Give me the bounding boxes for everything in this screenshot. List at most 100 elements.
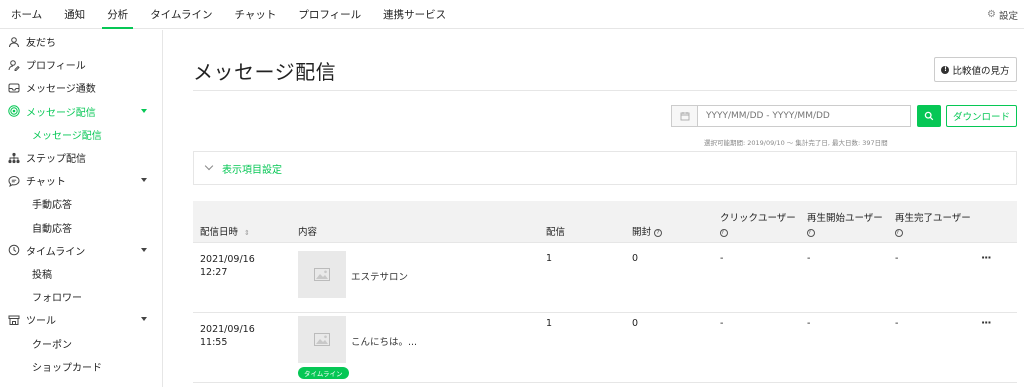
store-icon xyxy=(7,313,20,326)
column-label: 再生完了ユーザー xyxy=(895,213,971,224)
image-placeholder-icon xyxy=(298,251,346,298)
tab-notifications[interactable]: 通知 xyxy=(53,0,96,28)
sidebar-subitem-shop-card[interactable]: ショップカード xyxy=(0,355,162,378)
column-opened: 開封? xyxy=(632,224,663,238)
sidebar-item-label: ツール xyxy=(26,316,56,328)
chevron-down-icon xyxy=(141,317,147,322)
broadcast-icon xyxy=(7,105,20,118)
help-icon[interactable]: ? xyxy=(807,229,815,237)
help-icon[interactable]: ? xyxy=(654,228,663,237)
sort-icon[interactable]: ⇕ xyxy=(244,229,250,237)
sidebar-item-label: チャット xyxy=(26,177,66,189)
sidebar-item-label: クーポン xyxy=(32,339,72,351)
help-icon[interactable]: ? xyxy=(720,229,728,237)
delivery-time: 12:27 xyxy=(200,267,228,278)
info-icon: ! xyxy=(941,65,950,74)
message-content[interactable]: エステサロン xyxy=(351,269,408,283)
sidebar-item-label: メッセージ通数 xyxy=(26,84,96,96)
sidebar-item-label: メッセージ配信 xyxy=(32,130,102,142)
play-complete-users: - xyxy=(895,253,899,264)
sidebar-item-label: タイムライン xyxy=(26,246,86,258)
column-label: 再生開始ユーザー xyxy=(807,213,883,224)
sidebar-subitem-followers[interactable]: フォロワー xyxy=(0,285,162,308)
message-content[interactable]: こんにちは。... xyxy=(351,334,417,348)
display-settings-toggle[interactable]: 表示項目設定 xyxy=(193,151,1017,185)
calendar-icon[interactable] xyxy=(672,106,698,126)
tab-chat[interactable]: チャット xyxy=(223,0,287,28)
chevron-down-icon xyxy=(141,247,147,252)
settings-label: 設定 xyxy=(998,10,1018,22)
delivery-date: 2021/09/16 xyxy=(200,254,255,265)
sidebar-subitem-posts[interactable]: 投稿 xyxy=(0,262,162,285)
divider xyxy=(193,90,1017,91)
sidebar-subitem-manual-reply[interactable]: 手動応答 xyxy=(0,192,162,215)
sidebar-item-chat[interactable]: チャット xyxy=(0,169,162,192)
column-label: 開封 xyxy=(632,227,652,238)
sidebar-subitem-coupons[interactable]: クーポン xyxy=(0,331,162,354)
sidebar-item-label: 友だち xyxy=(26,38,56,50)
sidebar-item-step-delivery[interactable]: ステップ配信 xyxy=(0,146,162,169)
image-placeholder-icon xyxy=(298,316,346,363)
chat-icon xyxy=(7,174,20,187)
settings-link[interactable]: ⚙ 設定 xyxy=(987,0,1018,29)
sidebar-item-label: ステップ配信 xyxy=(26,154,86,166)
page-title: メッセージ配信 xyxy=(193,60,337,84)
more-options-icon[interactable]: ··· xyxy=(981,316,992,329)
sidebar-item-label: 自動応答 xyxy=(32,223,72,235)
column-sent: 配信 xyxy=(546,227,566,238)
click-users: - xyxy=(720,253,724,264)
column-play-start-users: 再生開始ユーザー? xyxy=(807,210,883,237)
column-date[interactable]: 配信日時 ⇕ xyxy=(200,224,250,238)
delivery-datetime: 2021/09/16 12:27 xyxy=(200,253,255,279)
gear-icon: ⚙ xyxy=(987,9,996,20)
sent-count: 1 xyxy=(546,253,553,264)
play-complete-users: - xyxy=(895,318,899,329)
compare-guide-label: 比較値の見方 xyxy=(952,65,1010,77)
date-range-input[interactable] xyxy=(698,106,908,126)
tab-home[interactable]: ホーム xyxy=(0,0,53,28)
table-row[interactable]: 2021/09/16 12:27 エステサロン 1 0 - - - ··· xyxy=(193,243,1017,313)
table-header: 配信日時 ⇕ 内容 配信 開封? クリックユーザー? 再生開始ユーザー? 再生完… xyxy=(193,201,1017,243)
download-button[interactable]: ダウンロード xyxy=(946,105,1017,127)
sidebar-subitem-message-delivery[interactable]: メッセージ配信 xyxy=(0,123,162,146)
delivery-table: 配信日時 ⇕ 内容 配信 開封? クリックユーザー? 再生開始ユーザー? 再生完… xyxy=(193,201,1017,383)
date-range-hint: 選択可能期間: 2019/09/10 〜 集計完了日, 最大日数: 397日間 xyxy=(704,139,888,147)
chevron-down-icon xyxy=(141,178,147,183)
sidebar-item-label: 手動応答 xyxy=(32,200,72,212)
sidebar-subitem-auto-reply[interactable]: 自動応答 xyxy=(0,216,162,239)
compare-guide-button[interactable]: ! 比較値の見方 xyxy=(934,57,1017,82)
column-label: クリックユーザー xyxy=(720,213,796,224)
delivery-datetime: 2021/09/16 11:55 xyxy=(200,323,255,349)
click-users: - xyxy=(720,318,724,329)
sidebar-item-tools[interactable]: ツール xyxy=(0,308,162,331)
sidebar-item-timeline[interactable]: タイムライン xyxy=(0,239,162,262)
more-options-icon[interactable]: ··· xyxy=(981,251,992,264)
column-label: 配信日時 xyxy=(200,227,239,238)
column-play-complete-users: 再生完了ユーザー? xyxy=(895,210,971,237)
sidebar-item-label: メッセージ配信 xyxy=(26,107,96,119)
timeline-badge: タイムライン xyxy=(298,367,349,379)
sidebar-item-label: ショップカード xyxy=(32,362,102,374)
play-start-users: - xyxy=(807,253,811,264)
search-button[interactable] xyxy=(917,105,941,127)
flow-icon xyxy=(7,151,20,164)
date-range-picker[interactable] xyxy=(671,105,911,127)
tab-analytics[interactable]: 分析 xyxy=(96,0,139,29)
help-icon[interactable]: ? xyxy=(895,229,903,237)
chevron-down-icon xyxy=(204,161,214,171)
sidebar-item-message-delivery[interactable]: メッセージ配信 xyxy=(0,100,162,123)
sent-count: 1 xyxy=(546,318,553,329)
sidebar-item-label: 投稿 xyxy=(32,269,52,281)
tab-profile[interactable]: プロフィール xyxy=(287,0,372,28)
sidebar-item-profile[interactable]: プロフィール xyxy=(0,53,162,76)
sidebar-item-message-count[interactable]: メッセージ通数 xyxy=(0,76,162,99)
person-icon xyxy=(7,35,20,48)
tab-timeline[interactable]: タイムライン xyxy=(139,0,223,28)
tab-integrations[interactable]: 連携サービス xyxy=(372,0,457,28)
column-click-users: クリックユーザー? xyxy=(720,210,796,237)
delivery-time: 11:55 xyxy=(200,337,228,348)
clock-icon xyxy=(7,244,20,257)
table-row[interactable]: 2021/09/16 11:55 こんにちは。... タイムライン 1 0 - … xyxy=(193,313,1017,383)
person-edit-icon xyxy=(7,58,20,71)
sidebar-item-friends[interactable]: 友だち xyxy=(0,30,162,53)
